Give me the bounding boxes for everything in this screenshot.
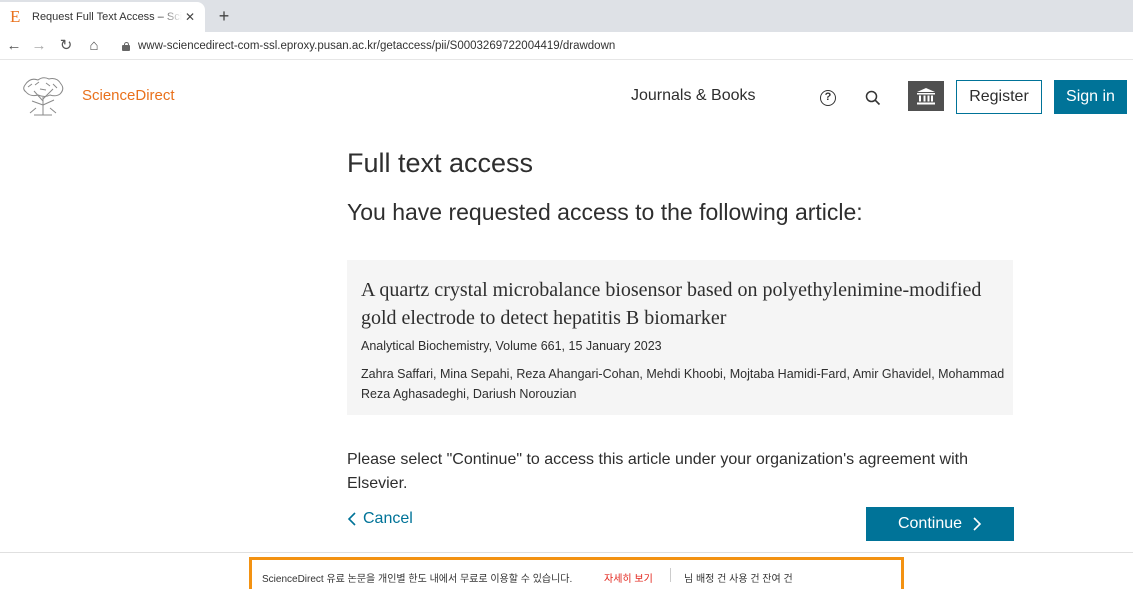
address-bar[interactable]: www-sciencedirect-com-ssl.eproxy.pusan.a…	[122, 38, 615, 54]
continue-button[interactable]: Continue	[866, 507, 1014, 541]
cancel-link[interactable]: Cancel	[347, 510, 413, 528]
url-text: www-sciencedirect-com-ssl.eproxy.pusan.a…	[138, 40, 616, 52]
cancel-label: Cancel	[363, 510, 413, 527]
reload-icon[interactable]: ↻	[56, 36, 76, 56]
close-tab-icon[interactable]: ✕	[183, 10, 197, 24]
elsevier-favicon-icon: E	[10, 7, 21, 26]
notice-details-link[interactable]: 자세히 보기	[604, 570, 653, 585]
continue-label: Continue	[897, 515, 963, 532]
search-icon[interactable]	[865, 90, 881, 106]
article-title: A quartz crystal microbalance biosensor …	[361, 279, 982, 329]
article-card: A quartz crystal microbalance biosensor …	[347, 260, 1013, 415]
site-header: ScienceDirect Journals & Books ? Registe…	[0, 61, 1133, 133]
page-subtitle: You have requested access to the followi…	[347, 199, 863, 225]
brand-name[interactable]: ScienceDirect	[82, 87, 175, 104]
lock-icon	[122, 41, 130, 51]
chevron-left-icon	[347, 512, 356, 526]
help-icon[interactable]: ?	[820, 90, 836, 106]
notice-usage-count: 님 배정 건 사용 건 잔여 건	[684, 574, 793, 585]
notice-text: ScienceDirect 유료 논문을 개인별 한도 내에서 무료로 이용할 …	[262, 574, 573, 585]
article-source: Analytical Biochemistry, Volume 661, 15 …	[361, 339, 662, 353]
back-icon[interactable]: ←	[4, 36, 24, 56]
footer-divider	[0, 552, 1133, 553]
browser-tab-bar: E Request Full Text Access – ScienceDire…	[0, 0, 1133, 32]
home-icon[interactable]: ⌂	[84, 36, 104, 56]
new-tab-icon[interactable]: +	[214, 6, 234, 26]
page-title: Full text access	[347, 148, 534, 178]
institution-button[interactable]	[908, 81, 944, 111]
register-button[interactable]: Register	[956, 80, 1042, 114]
sign-in-button[interactable]: Sign in	[1054, 80, 1127, 114]
browser-toolbar: ← → ↻ ⌂ www-sciencedirect-com-ssl.eproxy…	[0, 32, 1133, 60]
article-authors: Zahra Saffari, Mina Sepahi, Reza Ahangar…	[361, 367, 1005, 401]
journals-books-link[interactable]: Journals & Books	[631, 87, 756, 105]
forward-icon[interactable]: →	[29, 36, 49, 56]
continue-instruction: Please select "Continue" to access this …	[347, 451, 968, 492]
usage-notice-bar: ScienceDirect 유료 논문을 개인별 한도 내에서 무료로 이용할 …	[249, 557, 904, 589]
browser-tab[interactable]: E Request Full Text Access – ScienceDire…	[0, 2, 205, 32]
institution-icon	[917, 88, 935, 105]
notice-separator	[670, 568, 671, 582]
elsevier-tree-logo-icon[interactable]	[20, 75, 66, 117]
tab-title: Request Full Text Access – ScienceDirect	[32, 11, 182, 23]
chevron-right-icon	[973, 517, 982, 531]
